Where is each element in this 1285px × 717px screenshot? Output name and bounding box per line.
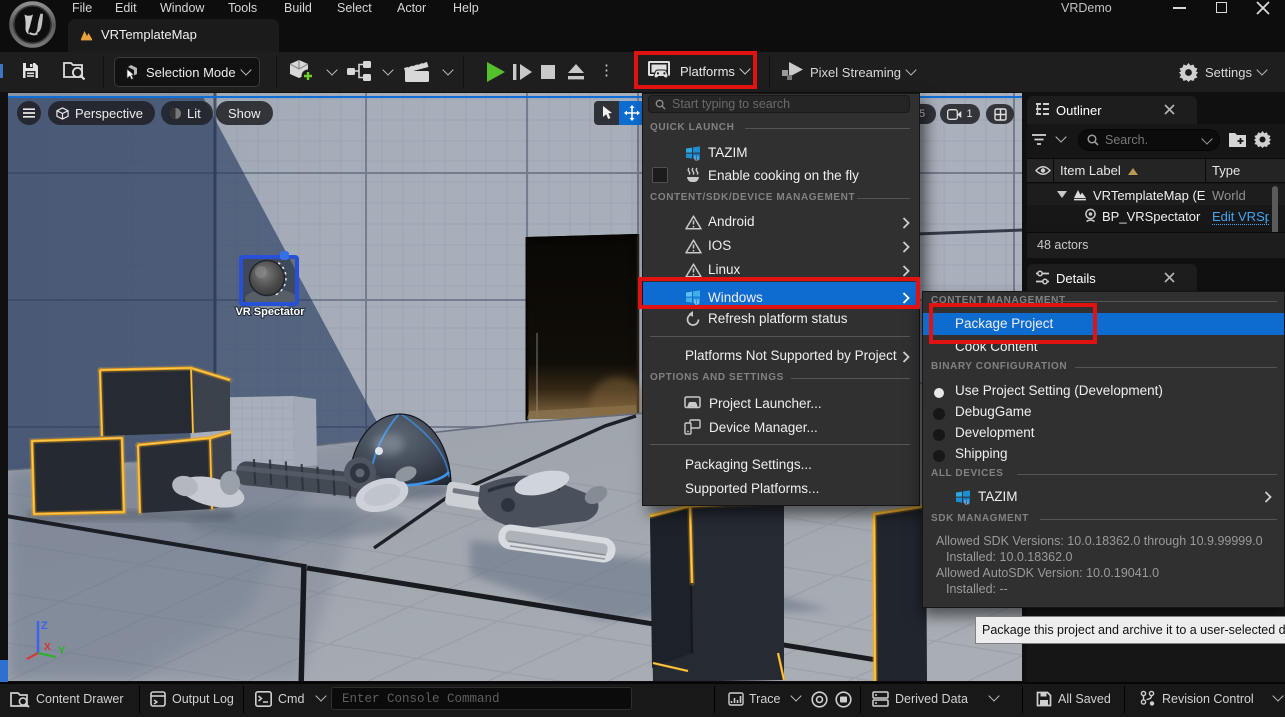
svg-text:u: u (694, 153, 699, 162)
svg-text:X: X (44, 642, 51, 653)
svg-text:Z: Z (41, 620, 48, 632)
svg-text:VR Spectator: VR Spectator (235, 306, 305, 318)
svg-text:u: u (964, 497, 969, 506)
svg-text:Y: Y (58, 645, 66, 657)
